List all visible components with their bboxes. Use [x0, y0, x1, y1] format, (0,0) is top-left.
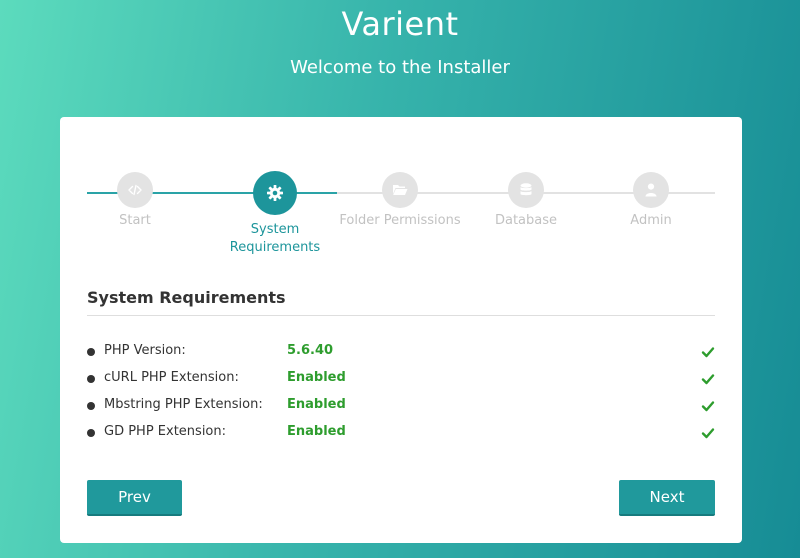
- requirement-value: Enabled: [287, 424, 346, 439]
- user-icon: [645, 183, 657, 197]
- step-database-label: Database: [494, 213, 558, 228]
- bullet-icon: [87, 375, 95, 383]
- app-subtitle: Welcome to the Installer: [290, 57, 510, 78]
- requirement-value: 5.6.40: [287, 343, 334, 358]
- step-folder-permissions-circle: [382, 172, 418, 208]
- step-system-requirements-label: System Requirements: [229, 222, 321, 255]
- requirement-row: cURL PHP Extension: Enabled: [87, 369, 715, 391]
- section-divider: [87, 315, 715, 316]
- prev-button[interactable]: Prev: [87, 480, 182, 516]
- requirement-name: cURL PHP Extension:: [104, 370, 239, 385]
- database-icon: [520, 183, 532, 196]
- app-title: Varient: [341, 5, 459, 43]
- code-icon: [128, 184, 142, 196]
- check-icon: [701, 374, 715, 385]
- check-icon: [701, 401, 715, 412]
- requirement-name: PHP Version:: [104, 343, 186, 358]
- requirement-row: Mbstring PHP Extension: Enabled: [87, 396, 715, 418]
- step-database: Database: [456, 172, 596, 230]
- requirement-row: PHP Version: 5.6.40: [87, 342, 715, 364]
- next-button[interactable]: Next: [619, 480, 715, 516]
- step-folder-permissions: Folder Permissions: [330, 172, 470, 230]
- folder-open-icon: [393, 185, 408, 195]
- step-start: Start: [65, 172, 205, 230]
- step-progress: Start System Requirements Folder Permiss…: [60, 117, 742, 257]
- step-system-requirements-circle: [253, 171, 297, 215]
- check-icon: [701, 347, 715, 358]
- step-admin: Admin: [581, 172, 721, 230]
- installer-card: Start System Requirements Folder Permiss…: [60, 117, 742, 543]
- requirement-name: Mbstring PHP Extension:: [104, 397, 263, 412]
- step-admin-circle: [633, 172, 669, 208]
- bullet-icon: [87, 402, 95, 410]
- step-start-circle: [117, 172, 153, 208]
- bullet-icon: [87, 429, 95, 437]
- step-system-requirements: System Requirements: [205, 171, 345, 257]
- requirement-name: GD PHP Extension:: [104, 424, 227, 439]
- gear-icon: [267, 185, 283, 201]
- step-folder-permissions-label: Folder Permissions: [339, 213, 461, 228]
- step-database-circle: [508, 172, 544, 208]
- step-admin-label: Admin: [630, 213, 672, 228]
- check-icon: [701, 428, 715, 439]
- section-title: System Requirements: [87, 288, 286, 307]
- bullet-icon: [87, 348, 95, 356]
- step-start-label: Start: [119, 213, 151, 228]
- requirement-row: GD PHP Extension: Enabled: [87, 423, 715, 445]
- requirement-value: Enabled: [287, 397, 346, 412]
- requirement-value: Enabled: [287, 370, 346, 385]
